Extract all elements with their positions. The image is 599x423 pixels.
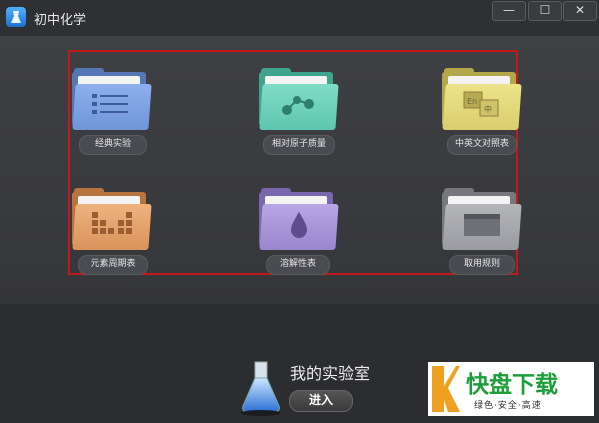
window-icon bbox=[464, 214, 500, 236]
folder-label[interactable]: 中英文对照表 bbox=[447, 135, 517, 155]
enter-lab-button[interactable]: 进入 bbox=[289, 390, 353, 412]
app-title: 初中化学 bbox=[34, 13, 87, 28]
folder-relative-atomic-mass[interactable] bbox=[259, 68, 339, 132]
svg-text:中: 中 bbox=[484, 104, 492, 114]
folder-classic-experiments[interactable] bbox=[72, 68, 152, 132]
folder-label[interactable]: 溶解性表 bbox=[266, 255, 330, 275]
list-icon bbox=[92, 94, 128, 114]
droplet-icon bbox=[291, 212, 307, 238]
watermark-slogan: 绿色·安全·高速 bbox=[474, 401, 542, 411]
flask-icon bbox=[241, 361, 281, 416]
translate-icon: En 中 bbox=[463, 91, 499, 117]
folder-periodic-table[interactable] bbox=[72, 188, 152, 252]
lab-title: 我的实验室 bbox=[290, 364, 371, 383]
title-bar: 初中化学 — ☐ ✕ bbox=[0, 0, 599, 36]
close-button[interactable]: ✕ bbox=[563, 1, 597, 21]
maximize-button[interactable]: ☐ bbox=[528, 1, 562, 21]
grid-icon bbox=[92, 212, 132, 234]
folder-label[interactable]: 经典实验 bbox=[79, 135, 147, 155]
minimize-button[interactable]: — bbox=[492, 1, 526, 21]
molecule-icon bbox=[282, 96, 314, 115]
folder-solubility-table[interactable] bbox=[259, 188, 339, 252]
folder-label[interactable]: 相对原子质量 bbox=[263, 135, 335, 155]
flask-app-icon bbox=[6, 7, 26, 27]
folder-label[interactable]: 取用规则 bbox=[449, 255, 515, 275]
folder-chinese-english-table[interactable]: En 中 bbox=[442, 68, 522, 132]
watermark-logo bbox=[432, 366, 460, 412]
svg-text:En: En bbox=[467, 97, 477, 106]
watermark-brand: 快盘下载 bbox=[466, 372, 558, 398]
folder-label[interactable]: 元素周期表 bbox=[78, 255, 148, 275]
folder-usage-rules[interactable] bbox=[442, 188, 522, 252]
